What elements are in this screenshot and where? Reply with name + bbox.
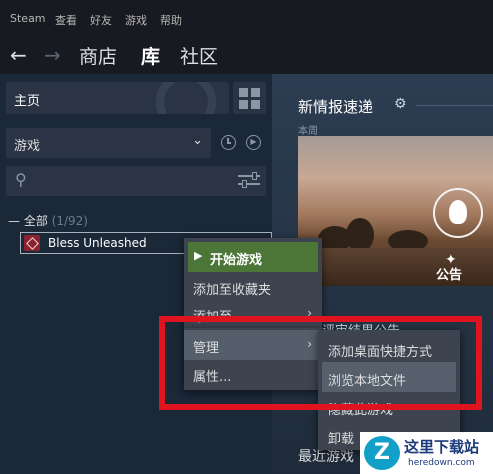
clock-icon[interactable] xyxy=(221,135,236,150)
menu-view[interactable]: 查看 xyxy=(55,12,77,28)
nav-bar: ← → 商店 库 社区 xyxy=(0,40,493,74)
nav-store[interactable]: 商店 xyxy=(79,42,117,69)
search-input[interactable]: ⚲ xyxy=(6,166,266,196)
watermark-url: heredown.com xyxy=(408,458,475,468)
forward-arrow-icon[interactable]: → xyxy=(44,43,61,67)
nav-community[interactable]: 社区 xyxy=(180,42,218,69)
menu-steam[interactable]: Steam xyxy=(10,12,46,25)
menu-help[interactable]: 帮助 xyxy=(160,12,182,28)
home-button[interactable]: 主页 xyxy=(6,82,229,114)
grid-view-button[interactable] xyxy=(233,82,266,114)
home-label: 主页 xyxy=(14,94,41,109)
filter-label: 游戏 xyxy=(14,139,41,154)
grid-icon xyxy=(239,88,248,97)
menu-games[interactable]: 游戏 xyxy=(125,12,147,28)
play-icon: ▶ xyxy=(194,249,203,262)
divider xyxy=(416,105,493,106)
filter-sliders-icon[interactable] xyxy=(238,172,260,188)
play-game-menu-item[interactable]: ▶ 开始游戏 xyxy=(188,242,318,272)
announcement-label: 公告 xyxy=(436,268,463,283)
add-to-favorites-menu-item[interactable]: 添加至收藏夹 xyxy=(193,279,271,298)
game-icon xyxy=(24,235,40,251)
news-period-label: 本周 xyxy=(298,126,318,137)
menu-friends[interactable]: 好友 xyxy=(90,12,112,28)
watermark-logo: Z xyxy=(364,436,400,470)
search-icon: ⚲ xyxy=(15,170,27,189)
watermark-title: 这里下载站 xyxy=(404,438,480,456)
menu-bar: Steam 查看 好友 游戏 帮助 xyxy=(0,0,493,40)
site-watermark: Z 这里下载站 heredown.com xyxy=(360,432,493,474)
lightbulb-icon xyxy=(449,200,467,224)
news-card-image[interactable]: ✦ 公告 xyxy=(298,136,493,286)
play-circle-icon[interactable]: ▶ xyxy=(246,135,261,150)
annotation-highlight-box xyxy=(159,316,482,410)
game-filter-select[interactable]: 游戏 ⌄ xyxy=(6,128,211,158)
game-name: Bless Unleashed xyxy=(48,236,147,250)
game-count: (1/92) xyxy=(51,214,88,228)
chevron-down-icon: ⌄ xyxy=(192,133,203,148)
nav-library[interactable]: 库 xyxy=(141,42,160,69)
all-games-header[interactable]: — 全部 (1/92) xyxy=(8,212,88,229)
back-arrow-icon[interactable]: ← xyxy=(10,43,27,67)
uninstall-menu-item[interactable]: 卸载 xyxy=(328,428,354,447)
gear-icon[interactable]: ⚙ xyxy=(394,96,407,112)
steam-logo-icon xyxy=(156,82,216,114)
news-section-title: 新情报速递 xyxy=(298,98,374,116)
